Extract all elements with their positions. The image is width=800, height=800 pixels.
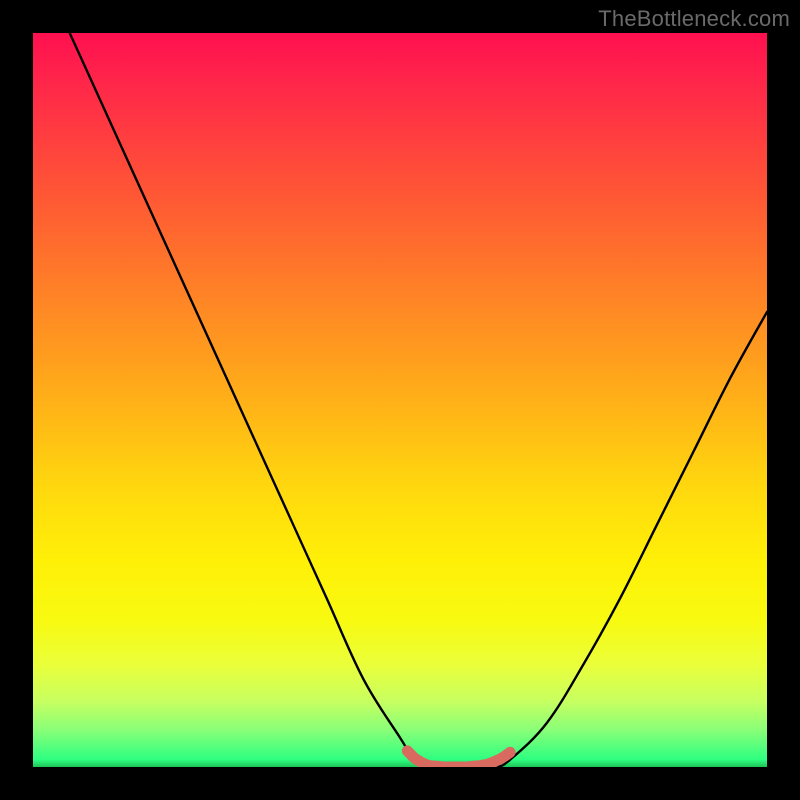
valley-marker-path xyxy=(407,751,510,767)
chart-svg xyxy=(33,33,767,767)
watermark-text: TheBottleneck.com xyxy=(598,6,790,32)
chart-frame: TheBottleneck.com xyxy=(0,0,800,800)
plot-area xyxy=(33,33,767,767)
bottleneck-curve-path xyxy=(70,33,767,767)
